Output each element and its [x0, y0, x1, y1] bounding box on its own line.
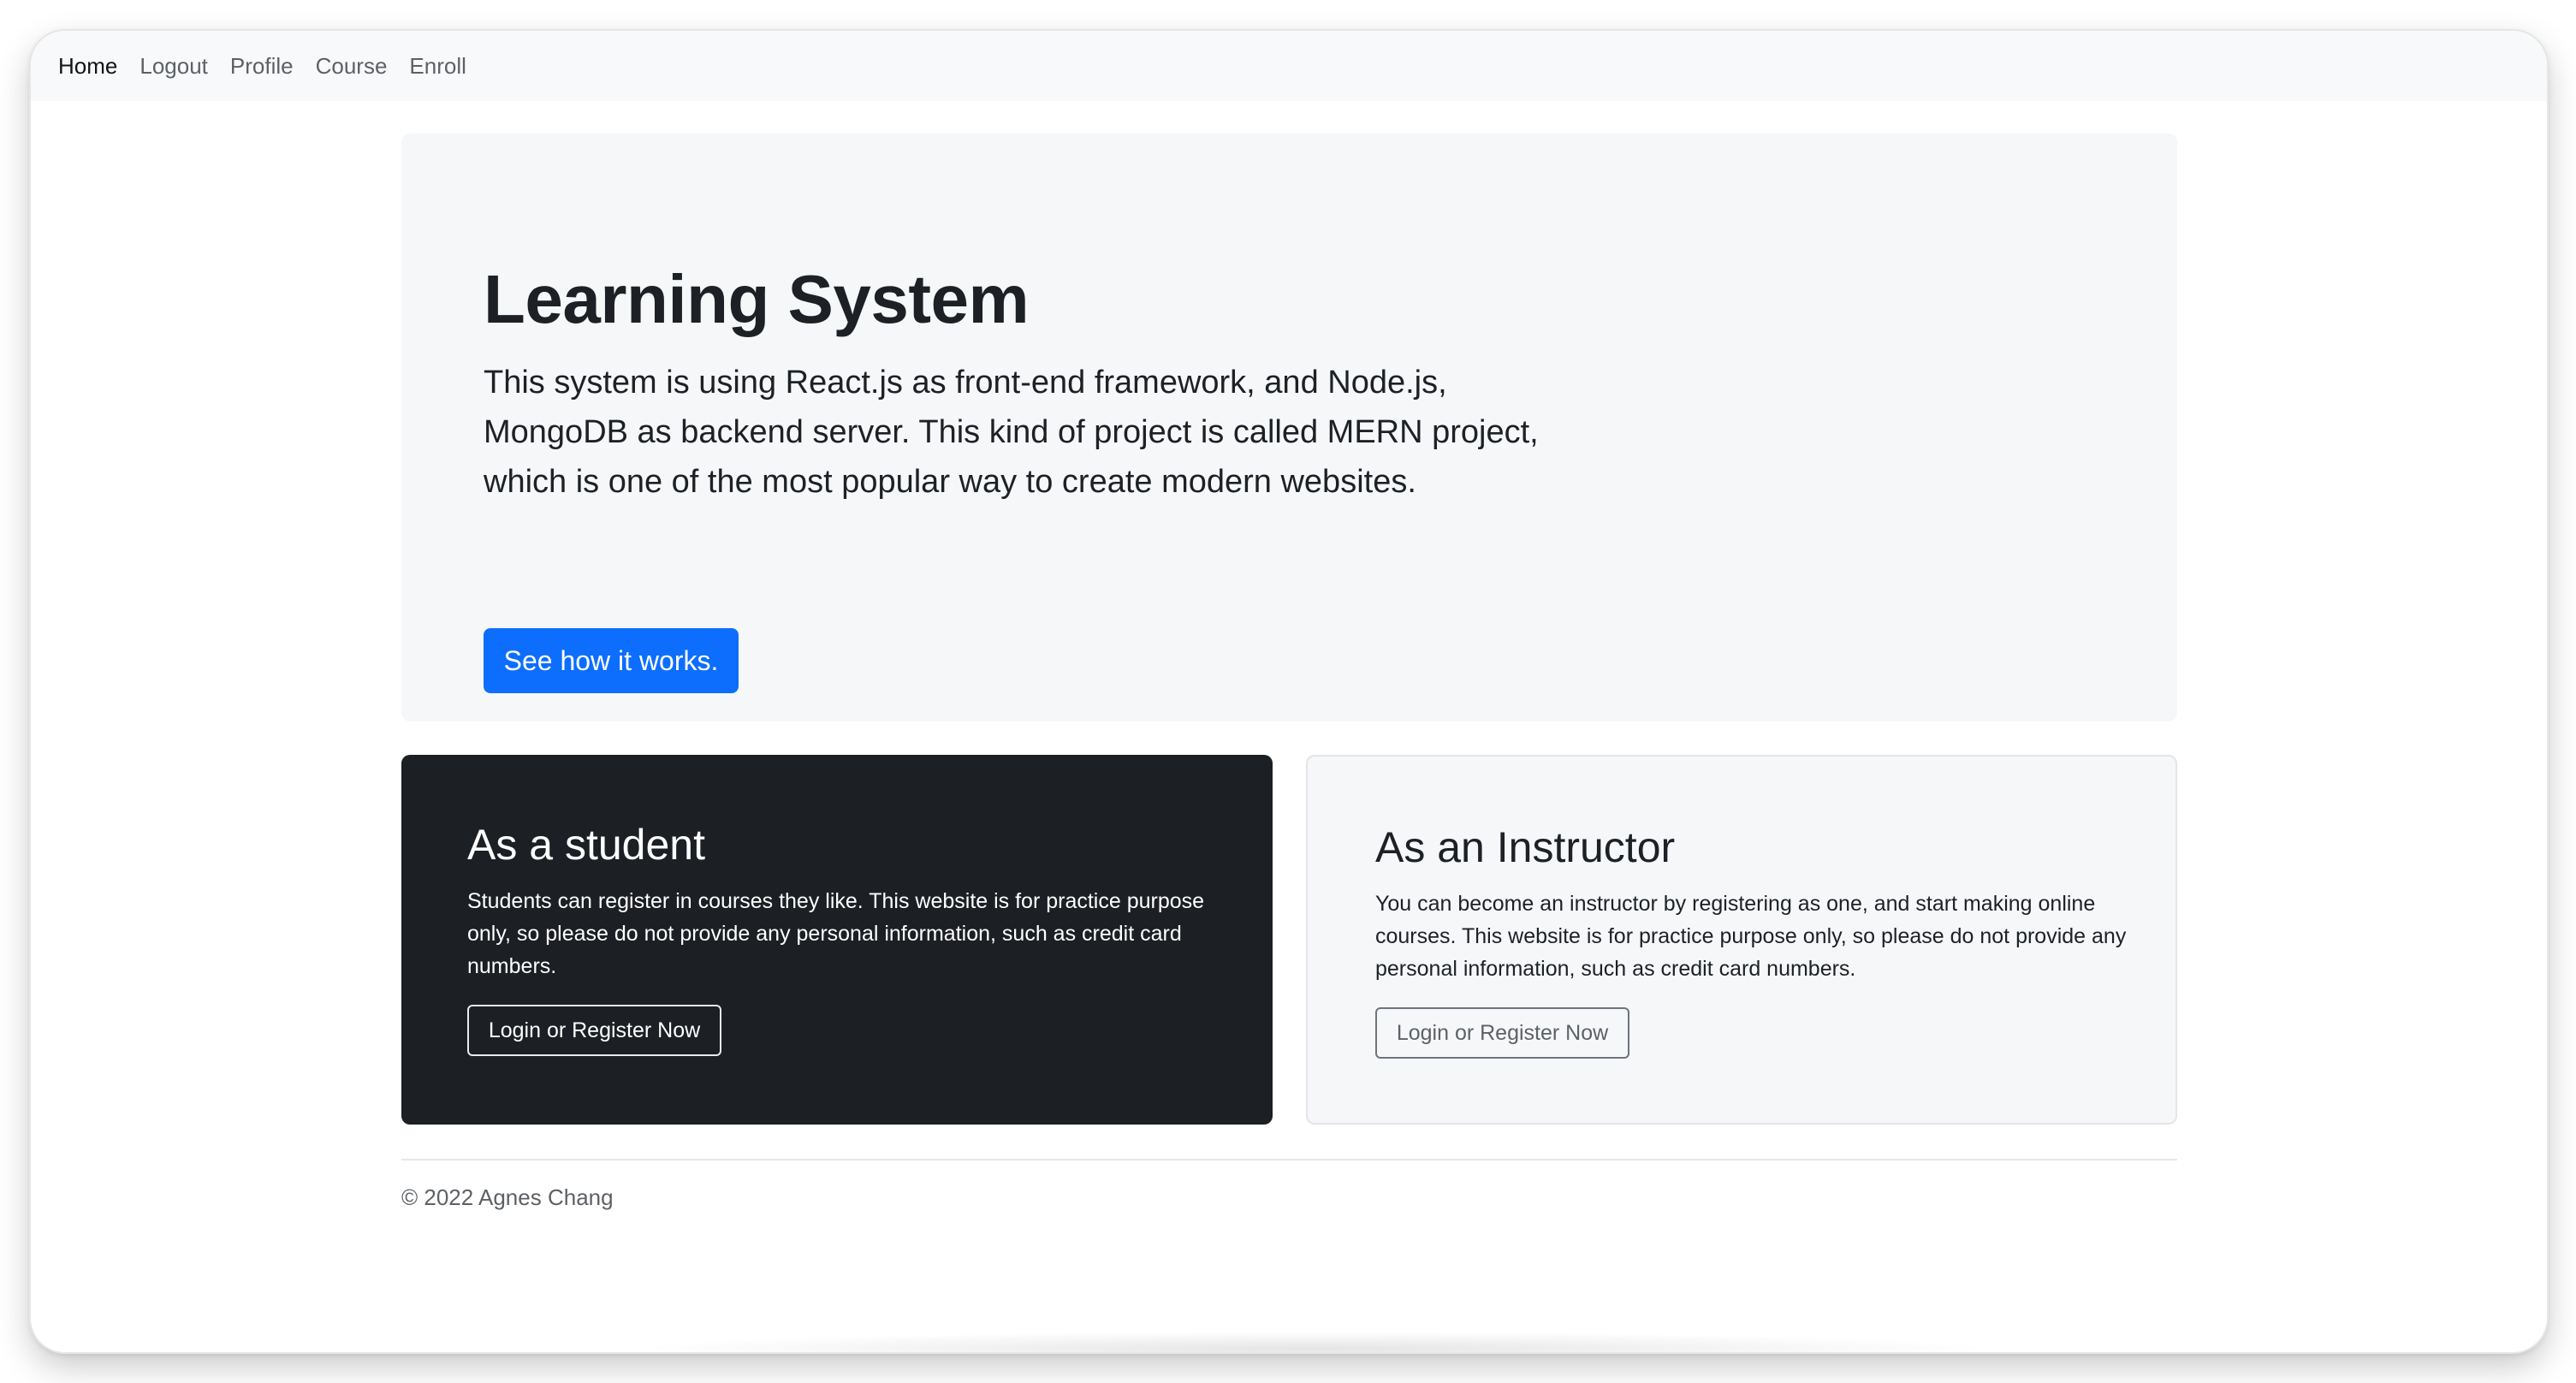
- instructor-card-title: As an Instructor: [1375, 823, 1676, 871]
- hero-section: Learning System This system is using Rea…: [401, 134, 2177, 721]
- footer-copyright: © 2022 Agnes Chang: [401, 1184, 614, 1210]
- student-card: As a student Students can register in co…: [401, 755, 1273, 1125]
- instructor-card: As an Instructor You can become an instr…: [1306, 755, 2177, 1125]
- nav-profile-link[interactable]: Profile: [230, 55, 294, 77]
- instructor-card-text: You can become an instructor by register…: [1375, 892, 2127, 981]
- window-bottom-shadow: [630, 1332, 1999, 1352]
- hero-description: This system is using React.js as front-e…: [484, 365, 1539, 500]
- nav-logout-link[interactable]: Logout: [139, 55, 208, 77]
- student-card-text: Students can register in courses they li…: [467, 889, 1205, 978]
- instructor-login-register-button[interactable]: Login or Register Now: [1375, 1007, 1629, 1059]
- hero-title: Learning System: [484, 261, 1030, 337]
- footer-divider: [401, 1159, 2177, 1160]
- student-card-title: As a student: [467, 821, 705, 869]
- nav-enroll-link[interactable]: Enroll: [409, 55, 466, 77]
- see-how-it-works-button[interactable]: See how it works.: [484, 628, 739, 693]
- top-navbar: Home Logout Profile Course Enroll: [31, 31, 2547, 101]
- browser-window: Home Logout Profile Course Enroll Learni…: [31, 31, 2547, 1352]
- nav-home-link[interactable]: Home: [58, 55, 117, 77]
- student-login-register-button[interactable]: Login or Register Now: [467, 1005, 721, 1056]
- nav-course-link[interactable]: Course: [316, 55, 388, 77]
